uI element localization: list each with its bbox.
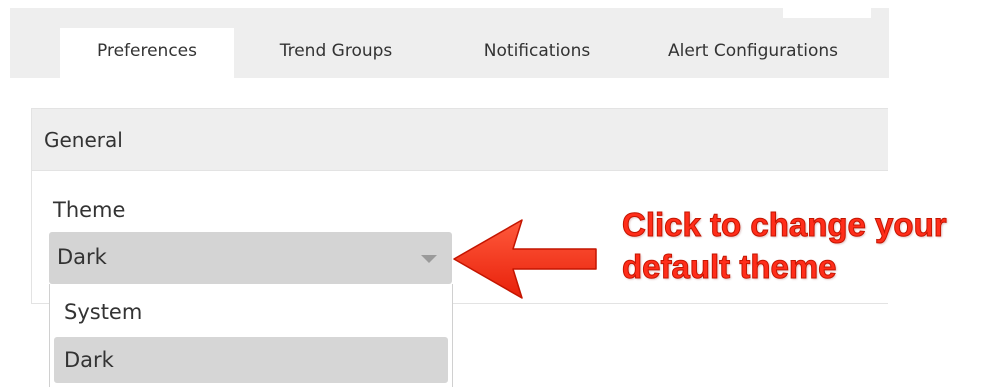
- theme-dropdown-list: System Dark: [49, 284, 453, 387]
- chevron-down-icon: [421, 255, 437, 263]
- tab-preferences[interactable]: Preferences: [60, 28, 234, 78]
- tab-trend-groups[interactable]: Trend Groups: [246, 28, 426, 78]
- tab-bar-notch: [783, 8, 871, 18]
- theme-option-dark[interactable]: Dark: [54, 337, 448, 383]
- tab-notifications[interactable]: Notifications: [448, 28, 626, 78]
- annotation-line-2: default theme: [622, 248, 838, 286]
- theme-label: Theme: [53, 198, 126, 222]
- panel-title: General: [44, 128, 123, 152]
- theme-select[interactable]: Dark: [49, 232, 452, 284]
- panel-header: General: [32, 109, 888, 171]
- annotation-callout: Click to change your default theme: [622, 204, 948, 288]
- annotation-line-1: Click to change your: [622, 206, 948, 244]
- theme-select-value: Dark: [57, 245, 107, 269]
- theme-option-system[interactable]: System: [54, 289, 448, 335]
- arrow-left-icon: [453, 219, 597, 299]
- tab-bar: Preferences Trend Groups Notifications A…: [10, 8, 889, 78]
- tab-alert-configurations[interactable]: Alert Configurations: [644, 28, 862, 78]
